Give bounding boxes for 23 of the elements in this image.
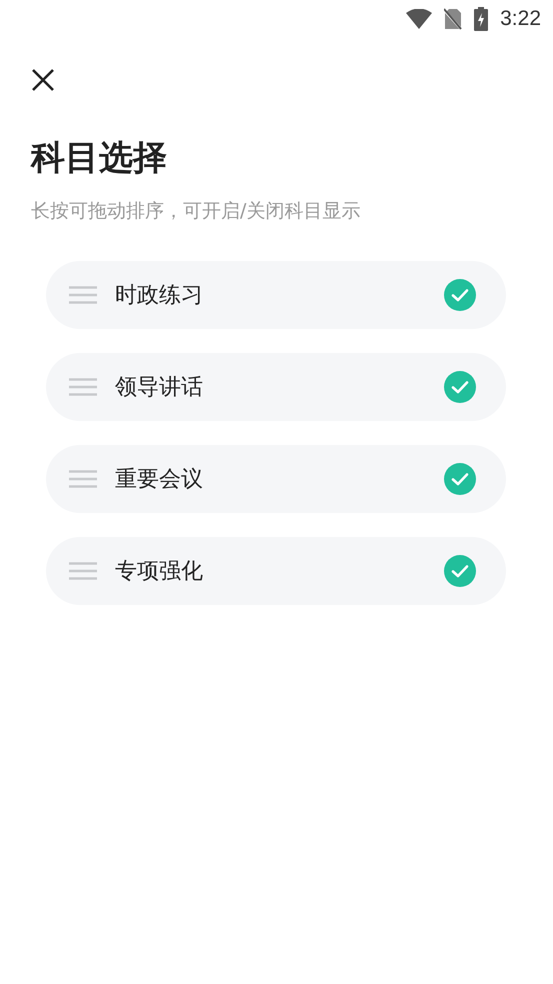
page-title: 科目选择 xyxy=(31,137,168,180)
subject-label: 领导讲话 xyxy=(115,374,204,402)
checked-icon[interactable] xyxy=(444,371,476,403)
drag-handle-icon[interactable] xyxy=(69,378,97,396)
subject-item[interactable]: 时政练习 xyxy=(46,261,506,329)
subject-label: 专项强化 xyxy=(115,558,204,586)
checked-icon[interactable] xyxy=(444,555,476,587)
drag-handle-icon[interactable] xyxy=(69,286,97,304)
subject-label: 重要会议 xyxy=(115,466,204,494)
checked-icon[interactable] xyxy=(444,279,476,311)
drag-handle-icon[interactable] xyxy=(69,562,97,580)
wifi-icon xyxy=(406,9,432,29)
subject-item[interactable]: 重要会议 xyxy=(46,445,506,513)
checked-icon[interactable] xyxy=(444,463,476,495)
battery-icon xyxy=(474,7,488,31)
subject-label: 时政练习 xyxy=(115,282,204,310)
page-subtitle: 长按可拖动排序，可开启/关闭科目显示 xyxy=(31,199,362,224)
no-sim-icon xyxy=(444,8,462,30)
close-icon[interactable] xyxy=(31,68,55,92)
drag-handle-icon[interactable] xyxy=(69,470,97,488)
status-time: 3:22 xyxy=(500,7,541,31)
subject-item[interactable]: 专项强化 xyxy=(46,537,506,605)
subject-item[interactable]: 领导讲话 xyxy=(46,353,506,421)
